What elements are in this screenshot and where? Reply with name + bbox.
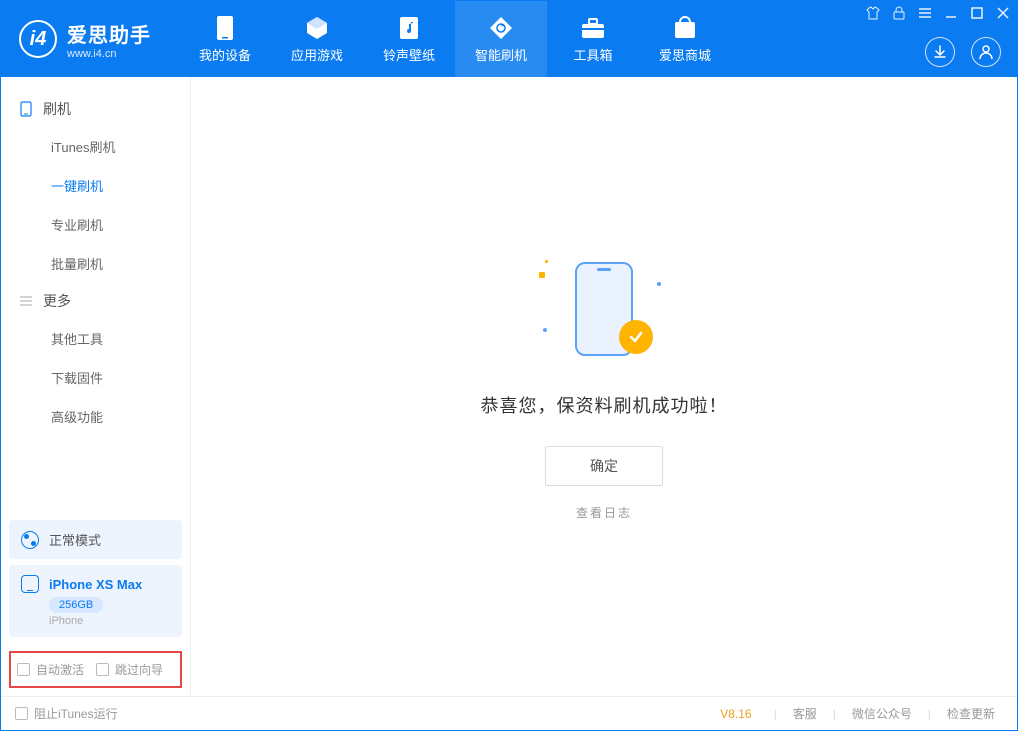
success-title: 恭喜您，保资料刷机成功啦！ xyxy=(481,392,728,418)
footer-link-wechat[interactable]: 微信公众号 xyxy=(844,705,920,722)
checkbox-label: 自动激活 xyxy=(36,661,84,678)
checkbox-icon xyxy=(15,707,28,720)
checkbox-skip-guide[interactable]: 跳过向导 xyxy=(96,661,163,678)
device-icon xyxy=(21,575,39,593)
menu-icon[interactable] xyxy=(917,5,933,21)
shirt-icon[interactable] xyxy=(865,5,881,21)
mode-label: 正常模式 xyxy=(49,530,101,549)
sidebar-group-more: 更多 xyxy=(1,283,190,319)
device-info[interactable]: iPhone XS Max 256GB iPhone xyxy=(9,565,182,637)
checkbox-label: 阻止iTunes运行 xyxy=(34,705,118,722)
checkbox-icon xyxy=(96,663,109,676)
device-icon xyxy=(212,15,238,41)
sidebar-item-download-firmware[interactable]: 下载固件 xyxy=(1,358,190,397)
close-icon[interactable] xyxy=(995,5,1011,21)
header-tabs: 我的设备 应用游戏 铃声壁纸 智能刷机 工具箱 爱思商城 xyxy=(179,1,731,77)
footer-link-update[interactable]: 检查更新 xyxy=(939,705,1003,722)
flash-options-highlighted: 自动激活 跳过向导 xyxy=(9,651,182,688)
footer-left: 阻止iTunes运行 xyxy=(15,705,118,722)
device-capacity: 256GB xyxy=(49,597,103,613)
window-controls-top xyxy=(865,5,1011,21)
logo-text: 爱思助手 www.i4.cn xyxy=(67,19,151,60)
minimize-icon[interactable] xyxy=(943,5,959,21)
phone-icon xyxy=(19,102,33,116)
music-icon xyxy=(396,15,422,41)
tab-apps-games[interactable]: 应用游戏 xyxy=(271,1,363,77)
user-button[interactable] xyxy=(971,37,1001,67)
sidebar-item-other-tools[interactable]: 其他工具 xyxy=(1,319,190,358)
logo-icon: i4 xyxy=(19,20,57,58)
ok-button[interactable]: 确定 xyxy=(545,446,663,486)
tab-shop[interactable]: 爱思商城 xyxy=(639,1,731,77)
tab-ringtone-wallpaper[interactable]: 铃声壁纸 xyxy=(363,1,455,77)
footer-link-support[interactable]: 客服 xyxy=(785,705,825,722)
checkbox-block-itunes[interactable]: 阻止iTunes运行 xyxy=(15,705,118,722)
body: 刷机 iTunes刷机 一键刷机 专业刷机 批量刷机 更多 其他工具 下载固件 … xyxy=(1,77,1017,696)
checkbox-auto-activate[interactable]: 自动激活 xyxy=(17,661,84,678)
tab-label: 爱思商城 xyxy=(659,45,711,64)
mode-icon xyxy=(21,531,39,549)
sidebar-item-pro-flash[interactable]: 专业刷机 xyxy=(1,205,190,244)
header-right-buttons xyxy=(925,37,1001,67)
tab-label: 智能刷机 xyxy=(475,45,527,64)
checkbox-label: 跳过向导 xyxy=(115,661,163,678)
tab-my-device[interactable]: 我的设备 xyxy=(179,1,271,77)
sidebar-group-title: 更多 xyxy=(43,291,71,311)
device-block: 正常模式 iPhone XS Max 256GB iPhone xyxy=(9,520,182,637)
device-type: iPhone xyxy=(49,615,170,627)
sidebar-group-title: 刷机 xyxy=(43,99,71,119)
toolbox-icon xyxy=(580,15,606,41)
main-content: 恭喜您，保资料刷机成功啦！ 确定 查看日志 xyxy=(191,77,1017,696)
sidebar-item-oneclick-flash[interactable]: 一键刷机 xyxy=(1,166,190,205)
sidebar-item-batch-flash[interactable]: 批量刷机 xyxy=(1,244,190,283)
app-site: www.i4.cn xyxy=(67,48,151,60)
device-mode[interactable]: 正常模式 xyxy=(9,520,182,559)
check-badge-icon xyxy=(619,320,653,354)
refresh-icon xyxy=(488,15,514,41)
footer: 阻止iTunes运行 V8.16 | 客服 | 微信公众号 | 检查更新 xyxy=(1,696,1017,730)
cube-icon xyxy=(304,15,330,41)
app-window: i4 爱思助手 www.i4.cn 我的设备 应用游戏 铃声壁纸 智能刷机 xyxy=(0,0,1018,731)
sidebar-item-advanced[interactable]: 高级功能 xyxy=(1,397,190,436)
logo-area: i4 爱思助手 www.i4.cn xyxy=(1,1,169,77)
lock-icon[interactable] xyxy=(891,5,907,21)
shop-icon xyxy=(672,15,698,41)
header: i4 爱思助手 www.i4.cn 我的设备 应用游戏 铃声壁纸 智能刷机 xyxy=(1,1,1017,77)
checkbox-icon xyxy=(17,663,30,676)
success-illustration xyxy=(539,252,669,362)
tab-label: 应用游戏 xyxy=(291,45,343,64)
tab-smart-flash[interactable]: 智能刷机 xyxy=(455,1,547,77)
app-name: 爱思助手 xyxy=(67,19,151,48)
version-label: V8.16 xyxy=(720,707,751,721)
sidebar-group-flash: 刷机 xyxy=(1,91,190,127)
footer-right: V8.16 | 客服 | 微信公众号 | 检查更新 xyxy=(720,705,1003,722)
view-log-link[interactable]: 查看日志 xyxy=(576,504,632,521)
tab-label: 我的设备 xyxy=(199,45,251,64)
maximize-icon[interactable] xyxy=(969,5,985,21)
download-button[interactable] xyxy=(925,37,955,67)
tab-label: 工具箱 xyxy=(573,45,612,64)
tab-toolbox[interactable]: 工具箱 xyxy=(547,1,639,77)
list-icon xyxy=(19,294,33,308)
sidebar: 刷机 iTunes刷机 一键刷机 专业刷机 批量刷机 更多 其他工具 下载固件 … xyxy=(1,77,191,696)
sidebar-item-itunes-flash[interactable]: iTunes刷机 xyxy=(1,127,190,166)
device-name: iPhone XS Max xyxy=(49,577,142,592)
tab-label: 铃声壁纸 xyxy=(383,45,435,64)
sidebar-nav: 刷机 iTunes刷机 一键刷机 专业刷机 批量刷机 更多 其他工具 下载固件 … xyxy=(1,77,190,512)
